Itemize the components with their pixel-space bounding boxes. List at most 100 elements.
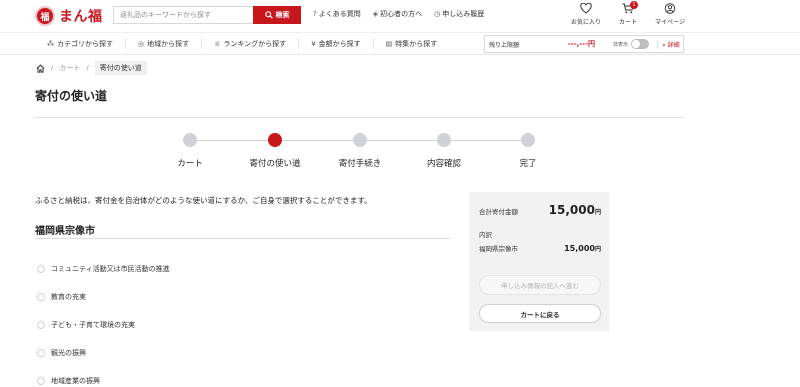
municipality-divider	[35, 238, 451, 239]
nav-item-label: 金額から探す	[318, 40, 361, 48]
donation-summary: 合計寄付金額 15,000円 内訳 福岡県宗像市 15,000円 申し込み情報の…	[469, 192, 609, 331]
step-label: 寄付手続き	[338, 159, 382, 169]
usage-option[interactable]: 教育の充実	[37, 283, 170, 311]
nav-item-region[interactable]: ◎ 地域から探す	[126, 38, 203, 50]
usage-option[interactable]: 子ども・子育て環境の充実	[37, 311, 170, 339]
radio-button[interactable]	[37, 293, 45, 301]
beginner-link-label: 初心者の方へ	[380, 10, 423, 18]
breakdown-value: 15,000	[564, 244, 595, 253]
heart-icon	[580, 3, 592, 14]
radio-button[interactable]	[37, 377, 45, 385]
category-nav: ⁂ カテゴリから探す ◎ 地域から探す ♕ ランキングから探す ¥ 金額から探す…	[35, 33, 449, 55]
faq-link[interactable]: ? よくある質問	[313, 9, 361, 19]
step-label: 内容確認	[426, 159, 461, 169]
step-usage: 寄付の使い道	[235, 133, 315, 169]
map-icon: ◎	[138, 40, 145, 48]
logo-text: まん福	[59, 9, 103, 25]
back-to-cart-button[interactable]: カートに戻る	[479, 304, 601, 323]
limit-value: ---,---円	[567, 40, 595, 48]
limit-detail-link[interactable]: » 詳細	[657, 39, 680, 49]
cart-button[interactable]: 1 カート	[607, 1, 649, 26]
step-confirm: 内容確認	[404, 133, 484, 169]
yen-unit: 円	[594, 209, 601, 216]
nav-item-feature[interactable]: ▤ 特集から探す	[374, 38, 450, 50]
search-button[interactable]: 検索	[253, 6, 301, 24]
history-link-label: 申し込み履歴	[442, 10, 485, 18]
search-bar: 検索	[113, 6, 301, 24]
step-procedure: 寄付手続き	[320, 133, 400, 169]
cart-count-badge: 1	[630, 1, 638, 9]
cart-label: カート	[618, 19, 637, 26]
usage-option-label: 子ども・子育て環境の充実	[51, 321, 135, 329]
step-cart: カート	[150, 133, 230, 169]
limit-label: 残り上限額	[489, 41, 520, 49]
logo-mark: 福	[35, 6, 55, 26]
header-links: ? よくある質問 ◈ 初心者の方へ ◷ 申し込み履歴	[313, 9, 484, 19]
search-icon	[264, 11, 273, 19]
search-input[interactable]	[113, 6, 253, 24]
favorites-button[interactable]: お気に入り	[565, 3, 607, 26]
hide-toggle-label: 非表示	[613, 41, 629, 48]
mypage-label: マイページ	[655, 19, 685, 26]
header-icons: お気に入り 1 カート マイページ	[565, 1, 691, 26]
beginner-icon: ◈	[372, 10, 379, 18]
total-amount: 15,000円	[549, 203, 601, 217]
nav-bar: ⁂ カテゴリから探す ◎ 地域から探す ♕ ランキングから探す ¥ 金額から探す…	[0, 33, 800, 55]
nav-item-category[interactable]: ⁂ カテゴリから探す	[35, 38, 126, 50]
total-value: 15,000	[548, 203, 595, 217]
usage-option[interactable]: コミュニティ活動又は市民活動の推進	[37, 255, 170, 283]
step-complete: 完了	[488, 133, 568, 169]
site-logo[interactable]: 福 まん福	[35, 5, 103, 27]
ranking-icon: ♕	[214, 40, 221, 48]
breadcrumb-separator: /	[86, 64, 89, 72]
municipality-heading: 福岡県宗像市	[35, 226, 95, 237]
usage-option[interactable]: 観光の振興	[37, 339, 170, 367]
radio-button[interactable]	[37, 321, 45, 329]
hide-toggle[interactable]	[631, 39, 650, 49]
home-icon[interactable]	[36, 63, 45, 73]
usage-options: コミュニティ活動又は市民活動の推進 教育の充実 子ども・子育て環境の充実 観光の…	[37, 255, 170, 387]
question-circle-icon: ?	[313, 10, 317, 18]
total-row: 合計寄付金額 15,000円	[479, 203, 601, 217]
faq-link-label: よくある質問	[318, 10, 361, 18]
history-icon: ◷	[434, 10, 441, 18]
nav-item-ranking[interactable]: ♕ ランキングから探す	[202, 38, 300, 50]
yen-icon: ¥	[311, 40, 316, 48]
breadcrumb: / カート / 寄付の使い道	[36, 61, 147, 75]
breadcrumb-current: 寄付の使い道	[94, 61, 147, 75]
feature-icon: ▤	[385, 40, 393, 48]
radio-button[interactable]	[37, 349, 45, 357]
proceed-button[interactable]: 申し込み情報の記入へ進む	[479, 275, 601, 295]
nav-item-label: カテゴリから探す	[57, 40, 113, 48]
step-dot-active	[268, 133, 282, 147]
step-label: 寄付の使い道	[249, 159, 301, 169]
breakdown-label: 内訳	[479, 231, 492, 239]
nav-item-amount[interactable]: ¥ 金額から探す	[299, 38, 374, 50]
usage-option-label: 教育の充実	[51, 293, 86, 301]
search-button-label: 検索	[275, 11, 290, 19]
remaining-limit-box: 残り上限額 ---,---円 非表示 » 詳細	[484, 35, 684, 53]
breadcrumb-item-cart[interactable]: カート	[59, 63, 80, 73]
intro-text: ふるさと納税は、寄付金を自治体がどのような使い道にするか、ご自身で選択することが…	[35, 196, 372, 205]
nav-item-label: 地域から探す	[147, 40, 190, 48]
title-divider	[35, 117, 684, 118]
top-header: 福 まん福 検索 ? よくある質問 ◈ 初心者の方へ ◷ 申し込み履歴 お気に入…	[0, 0, 800, 33]
beginner-link[interactable]: ◈ 初心者の方へ	[373, 9, 422, 19]
category-icon: ⁂	[47, 40, 54, 48]
favorites-label: お気に入り	[570, 19, 601, 26]
breakdown-row: 福岡県宗像市 15,000円	[479, 243, 601, 253]
progress-stepper: カート 寄付の使い道 寄付手続き 内容確認 完了	[150, 133, 570, 173]
usage-option[interactable]: 地域産業の振興	[37, 367, 170, 387]
nav-item-label: 特集から探す	[395, 40, 438, 48]
step-dot	[183, 133, 197, 147]
usage-option-label: 地域産業の振興	[51, 377, 100, 385]
yen-unit: 円	[594, 246, 601, 253]
step-dot	[437, 133, 451, 147]
page-title: 寄付の使い道	[35, 89, 108, 103]
breadcrumb-separator: /	[51, 64, 54, 72]
radio-button[interactable]	[37, 265, 45, 273]
mypage-button[interactable]: マイページ	[649, 3, 691, 26]
history-link[interactable]: ◷ 申し込み履歴	[434, 9, 484, 19]
usage-option-label: 観光の振興	[51, 349, 86, 357]
step-dot	[353, 133, 367, 147]
